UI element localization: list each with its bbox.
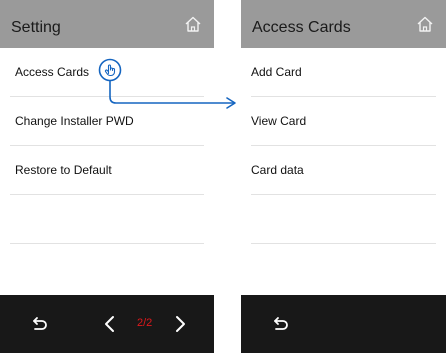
menu-item-add-card[interactable]: Add Card (241, 48, 446, 97)
menu-item-label: Access Cards (15, 65, 90, 79)
page-title: Access Cards (252, 19, 351, 36)
access-cards-header: Access Cards (241, 0, 446, 48)
navigation-bar: 2/2 (0, 295, 214, 353)
menu-item-view-card[interactable]: View Card (241, 97, 446, 146)
menu-item-restore-to-default[interactable]: Restore to Default (0, 146, 214, 195)
menu-item-label: Card data (251, 163, 304, 177)
home-icon[interactable] (416, 15, 434, 33)
menu-item-label: View Card (251, 114, 307, 128)
menu-item-change-installer-pwd[interactable]: Change Installer PWD (0, 97, 214, 146)
menu-item-label: Add Card (251, 65, 302, 79)
navigation-bar (241, 295, 446, 353)
menu-item-card-data[interactable]: Card data (241, 146, 446, 195)
access-cards-screen: Access Cards Add Card View Card Card dat… (241, 0, 446, 353)
back-icon[interactable] (270, 314, 290, 334)
menu-item-empty (241, 195, 446, 244)
chevron-right-icon[interactable] (170, 314, 190, 334)
divider (10, 243, 204, 244)
menu-item-label: Change Installer PWD (15, 114, 134, 128)
back-icon[interactable] (29, 314, 49, 334)
chevron-left-icon[interactable] (100, 314, 120, 334)
divider (251, 243, 436, 244)
page-indicator: 2/2 (137, 317, 153, 329)
home-icon[interactable] (184, 15, 202, 33)
page-title: Setting (11, 19, 61, 36)
menu-item-empty (0, 195, 214, 244)
settings-header: Setting (0, 0, 214, 48)
hand-pointer-icon (98, 58, 122, 82)
settings-screen: Setting Access Cards Change Installer PW… (0, 0, 214, 353)
menu-item-label: Restore to Default (15, 163, 112, 177)
